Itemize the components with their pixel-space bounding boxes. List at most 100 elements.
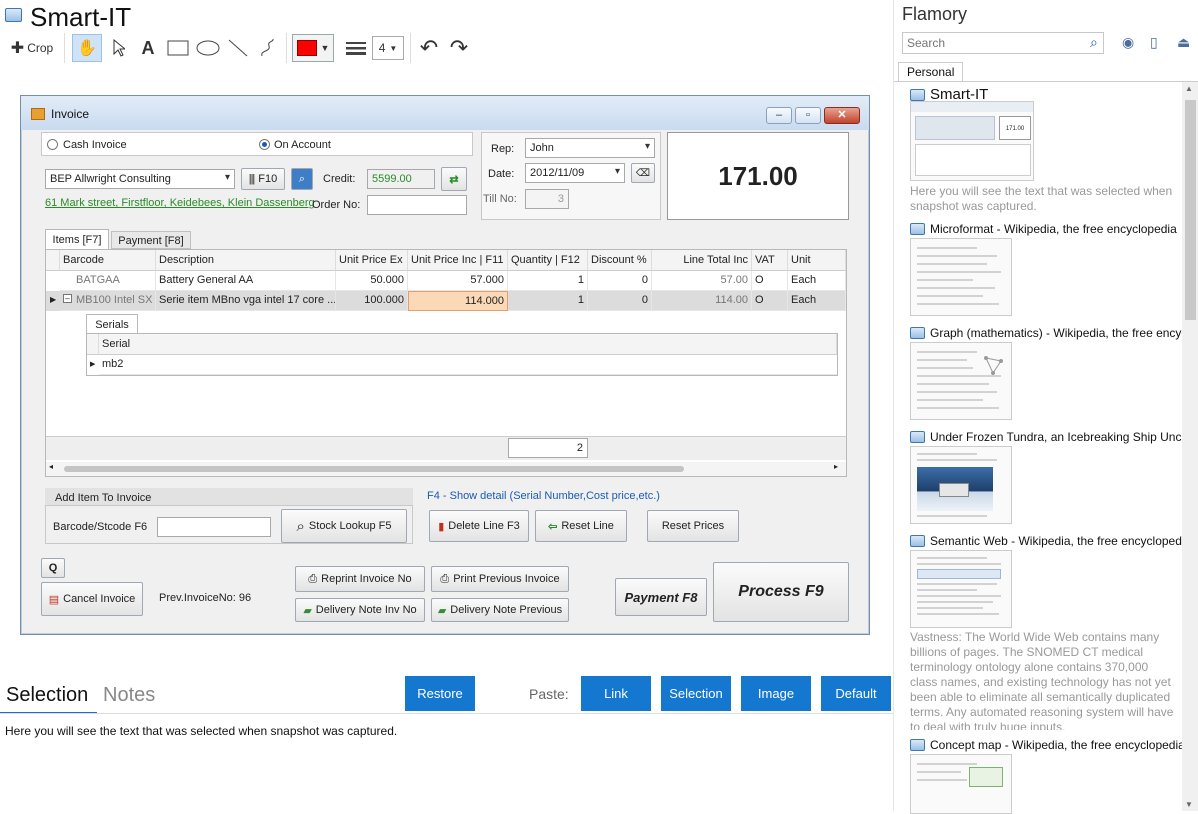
ellipse-tool-button[interactable] <box>194 34 222 62</box>
tab-notes[interactable]: Notes <box>103 684 155 707</box>
freehand-tool-button[interactable] <box>254 34 282 62</box>
paste-link-button[interactable]: Link <box>581 676 651 711</box>
col-vat[interactable]: VAT <box>752 250 788 271</box>
col-unit-price-inc[interactable]: Unit Price Inc | F11 <box>408 250 508 271</box>
table-cell[interactable]: Battery General AA <box>156 271 336 291</box>
search-input[interactable] <box>902 32 1104 54</box>
scroll-up-icon[interactable]: ▲ <box>1185 84 1193 93</box>
payment-button[interactable]: Payment F8 <box>615 578 707 616</box>
close-button[interactable]: ✕ <box>824 107 860 124</box>
color-picker[interactable]: ▼ <box>292 34 334 62</box>
collapse-top-icon[interactable]: ⏏ <box>1177 34 1190 51</box>
table-cell[interactable]: O <box>752 271 788 291</box>
select-tool-button[interactable] <box>106 34 132 62</box>
table-cell[interactable]: O <box>752 291 788 311</box>
order-no-input[interactable] <box>367 195 467 215</box>
till-no-label: Till No: <box>483 193 517 205</box>
serial-cell[interactable]: mb2 <box>99 355 837 375</box>
table-cell[interactable]: 100.000 <box>336 291 408 311</box>
search-icon[interactable]: ⌕ <box>1090 34 1098 51</box>
undo-button[interactable]: ↶ <box>416 34 442 62</box>
table-cell[interactable]: 57.000 <box>408 271 508 291</box>
rectangle-tool-button[interactable] <box>164 34 192 62</box>
col-quantity[interactable]: Quantity | F12 <box>508 250 588 271</box>
process-button[interactable]: Process F9 <box>713 562 849 622</box>
date-label: Date: <box>488 168 515 180</box>
col-barcode[interactable]: Barcode <box>60 250 156 271</box>
f10-button[interactable]: ||| F10 <box>241 168 285 190</box>
tab-items[interactable]: Items [F7] <box>45 229 109 249</box>
q-button[interactable]: Q <box>41 558 65 578</box>
delivery-note-inv-button[interactable]: ▰ Delivery Note Inv No <box>295 598 425 622</box>
scroll-down-icon[interactable]: ▼ <box>1185 800 1193 809</box>
table-cell[interactable]: 57.00 <box>652 271 752 291</box>
minimize-button[interactable]: – <box>766 107 792 124</box>
reset-prices-button[interactable]: Reset Prices <box>647 510 739 542</box>
barcode-input[interactable] <box>157 517 271 537</box>
tab-personal[interactable]: Personal <box>898 62 964 82</box>
line-width-select[interactable]: 4 ▼ <box>372 36 404 60</box>
table-cell[interactable]: 0 <box>588 291 652 311</box>
horizontal-scrollbar[interactable]: ◂ ▸ <box>46 462 846 476</box>
list-item[interactable]: Smart-IT 171.00 Here you will see the te… <box>894 86 1182 213</box>
table-cell[interactable]: 114.00 <box>652 291 752 311</box>
paste-default-button[interactable]: Default <box>821 676 891 711</box>
customer-select[interactable]: BEP Allwright Consulting <box>45 169 235 189</box>
document-icon[interactable]: ▯ <box>1150 34 1158 51</box>
rep-select[interactable]: John <box>525 138 655 158</box>
delete-line-button[interactable]: ▮ Delete Line F3 <box>429 510 529 542</box>
customer-address-link[interactable]: 61 Mark street, Firstfloor, Keidebees, K… <box>45 197 315 209</box>
reset-line-button[interactable]: ⇦ Reset Line <box>535 510 627 542</box>
redo-button[interactable]: ↷ <box>446 34 472 62</box>
col-discount[interactable]: Discount % <box>588 250 652 271</box>
date-picker[interactable]: 2012/11/09 <box>525 163 625 183</box>
list-item[interactable]: Concept map - Wikipedia, the free encycl… <box>894 738 1182 814</box>
maximize-button[interactable]: ▫ <box>795 107 821 124</box>
main-pane: Smart-IT ✚ Crop ✋ A ▼ 4 ▼ ↶ ↷ Invoice – … <box>0 0 893 811</box>
list-item[interactable]: Microformat - Wikipedia, the free encycl… <box>894 222 1182 320</box>
tab-serials[interactable]: Serials <box>86 314 138 334</box>
cash-invoice-radio[interactable] <box>47 139 58 150</box>
list-item[interactable]: Under Frozen Tundra, an Icebreaking Ship… <box>894 430 1182 528</box>
print-previous-button[interactable]: ⎙ Print Previous Invoice <box>431 566 569 592</box>
col-serial[interactable]: Serial <box>99 334 837 355</box>
scroll-thumb[interactable] <box>1185 100 1196 320</box>
table-cell[interactable]: 0 <box>588 271 652 291</box>
list-item[interactable]: Graph (mathematics) - Wikipedia, the fre… <box>894 326 1182 424</box>
clear-date-button[interactable]: ⌫ <box>631 163 655 183</box>
table-cell[interactable]: 1 <box>508 291 588 311</box>
stock-lookup-button[interactable]: ⌕ Stock Lookup F5 <box>281 509 407 543</box>
customer-search-button[interactable]: ⌕ <box>291 168 313 190</box>
camera-icon[interactable]: ◉ <box>1122 34 1134 51</box>
col-unit[interactable]: Unit <box>788 250 846 271</box>
table-cell[interactable]: Serie item MBno vga intel 17 core ... <box>156 291 336 311</box>
table-cell[interactable]: 50.000 <box>336 271 408 291</box>
refresh-credit-button[interactable]: ⇄ <box>441 167 467 191</box>
delivery-note-previous-button[interactable]: ▰ Delivery Note Previous <box>431 598 569 622</box>
table-cell[interactable]: Each <box>788 291 846 311</box>
on-account-radio[interactable] <box>259 139 270 150</box>
till-no-stepper[interactable]: 3 <box>525 189 569 209</box>
table-cell[interactable]: BATGAA <box>60 271 156 291</box>
scroll-thumb[interactable] <box>64 466 684 472</box>
list-item[interactable]: Semantic Web - Wikipedia, the free encyc… <box>894 534 1182 734</box>
col-line-total[interactable]: Line Total Inc <box>652 250 752 271</box>
paste-image-button[interactable]: Image <box>741 676 811 711</box>
table-cell-editing[interactable]: 114.000 <box>408 291 508 311</box>
cancel-invoice-button[interactable]: ▤ Cancel Invoice <box>41 582 143 616</box>
col-unit-price-ex[interactable]: Unit Price Ex <box>336 250 408 271</box>
hand-tool-button[interactable]: ✋ <box>72 34 102 62</box>
ellipse-icon <box>196 40 220 56</box>
col-description[interactable]: Description <box>156 250 336 271</box>
tab-selection[interactable]: Selection <box>6 684 88 707</box>
text-tool-button[interactable]: A <box>136 34 160 62</box>
line-tool-button[interactable] <box>224 34 252 62</box>
table-cell[interactable]: Each <box>788 271 846 291</box>
restore-button[interactable]: Restore <box>405 676 475 711</box>
table-cell[interactable]: 1 <box>508 271 588 291</box>
table-cell[interactable]: MB100 Intel SX <box>60 291 156 311</box>
tab-payment[interactable]: Payment [F8] <box>111 231 191 249</box>
crop-button[interactable]: ✚ Crop <box>6 34 58 62</box>
reprint-invoice-button[interactable]: ⎙ Reprint Invoice No <box>295 566 425 592</box>
paste-selection-button[interactable]: Selection <box>661 676 731 711</box>
